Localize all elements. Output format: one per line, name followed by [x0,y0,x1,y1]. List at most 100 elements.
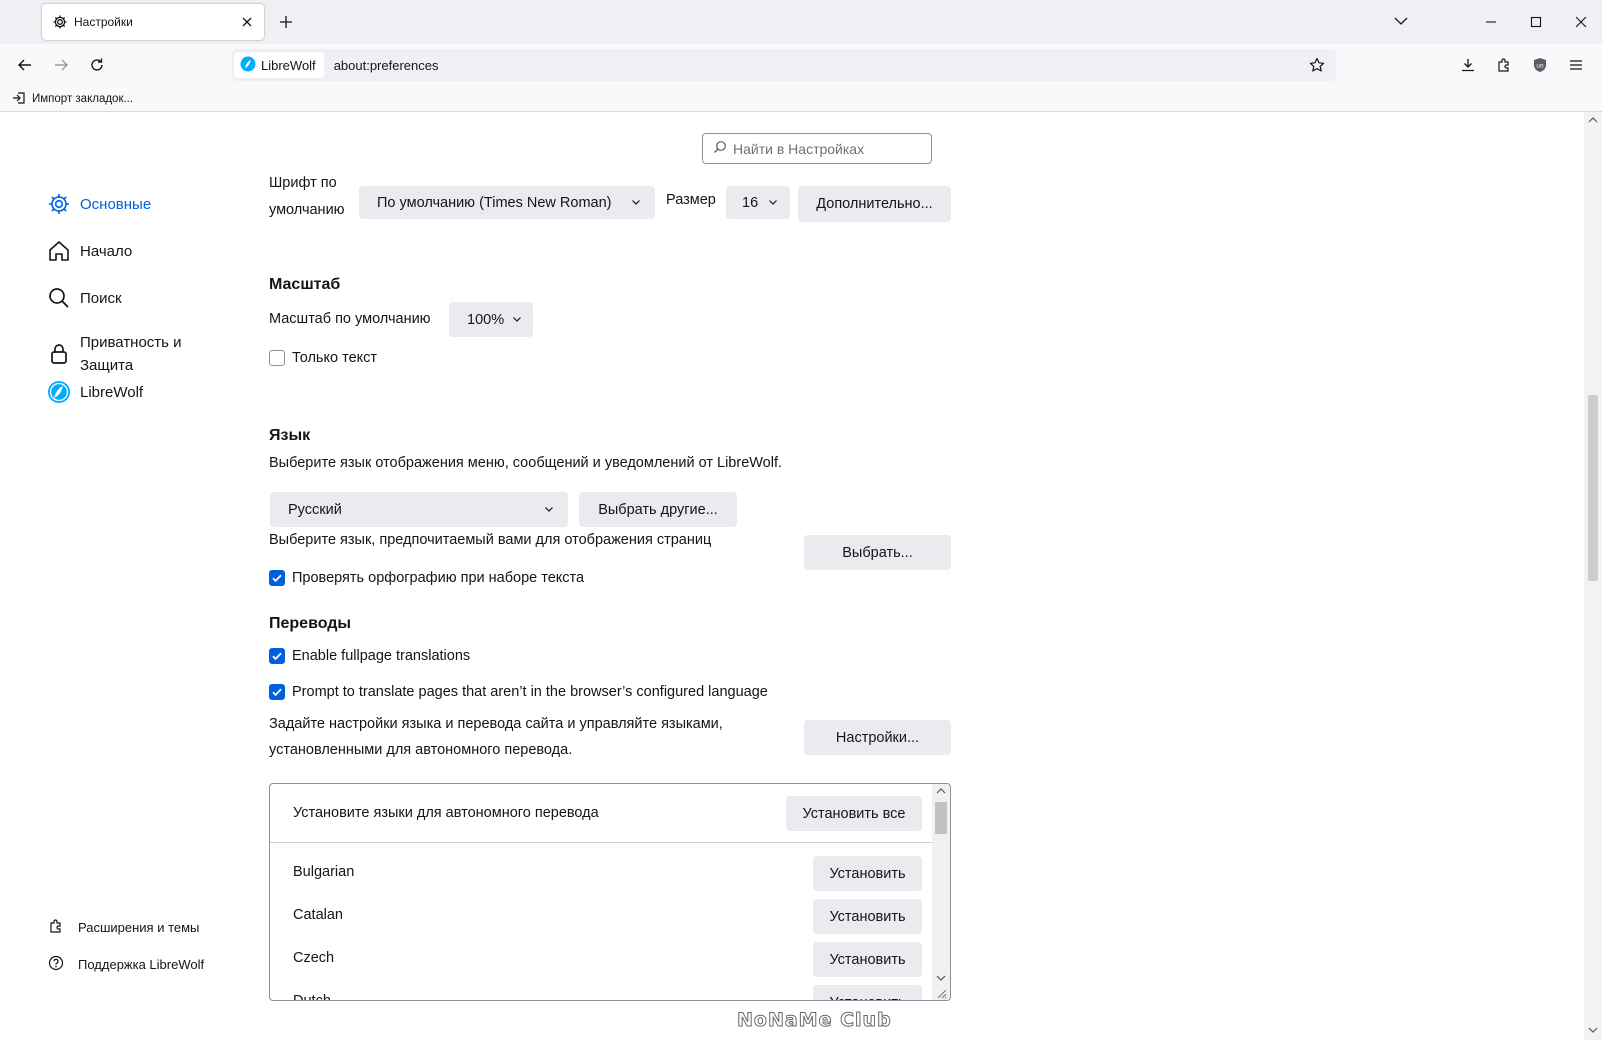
sidebar-item-home[interactable]: Начало [46,238,132,264]
scroll-up-arrow-icon [1588,117,1598,123]
spellcheck-checkbox[interactable]: Проверять орфографию при наборе текста [269,570,584,586]
list-item: Catalan Установить [270,895,933,937]
language-name: Czech [293,950,335,966]
page-scrollbar[interactable] [1584,112,1602,1040]
search-input[interactable] [733,140,913,157]
default-font-value: По умолчанию (Times New Roman) [377,194,612,211]
sidebar-item-privacy[interactable]: Приватность и Защита [46,331,182,377]
checkmark-icon [272,652,282,661]
back-button[interactable] [13,53,37,77]
offline-languages-list: Установите языки для автономного перевод… [269,783,951,1001]
fonts-advanced-button[interactable]: Дополнительно... [798,186,951,222]
sidebar-item-label: Основные [80,195,152,213]
ui-language-select[interactable]: Русский [270,492,568,527]
sidebar-item-label: LibreWolf [80,383,144,401]
checkbox-box[interactable] [269,648,285,664]
choose-other-languages-button[interactable]: Выбрать другие... [579,492,737,527]
translation-settings-description: Задайте настройки языка и перевода сайта… [269,716,723,732]
checkbox-box[interactable] [269,684,285,700]
scroll-down-arrow-icon [1588,1027,1598,1033]
tab-title: Настройки [74,15,133,29]
list-item: Czech Установить [270,938,933,980]
offline-languages-title: Установите языки для автономного перевод… [293,805,599,821]
sidebar-item-label: Приватность и [80,334,182,351]
font-size-label: Размер [666,192,716,208]
chevron-down-icon [768,195,778,211]
url-text[interactable]: about:preferences [334,58,1306,73]
scroll-down-arrow-icon [936,975,946,981]
sidebar-item-general[interactable]: Основные [46,191,151,217]
bookmark-star-icon[interactable] [1306,54,1328,76]
forward-button[interactable] [49,53,73,77]
languages-scrollbar[interactable] [932,784,950,1000]
font-size-select[interactable]: 16 [726,186,790,219]
ui-language-value: Русский [288,501,342,518]
translation-settings-button[interactable]: Настройки... [804,720,951,755]
sidebar-addons-link[interactable]: Расширения и темы [48,918,199,937]
choose-page-language-button[interactable]: Выбрать... [804,535,951,570]
fullpage-translations-checkbox[interactable]: Enable fullpage translations [269,648,470,664]
page-scrollbar-thumb[interactable] [1588,395,1598,581]
install-language-button[interactable]: Установить [813,899,922,934]
checkbox-box[interactable] [269,570,285,586]
sidebar-footer-label: Поддержка LibreWolf [78,957,205,972]
default-zoom-select[interactable]: 100% [449,302,533,337]
import-icon [12,91,26,108]
nav-bar: LibreWolf about:preferences uo [0,44,1602,86]
sidebar-item-librewolf[interactable]: LibreWolf [46,379,143,405]
watermark: NoNaMe Club [737,1009,892,1032]
install-language-button[interactable]: Установить [813,942,922,977]
default-font-select[interactable]: По умолчанию (Times New Roman) [359,186,655,219]
maximize-button[interactable] [1524,10,1548,34]
search-icon [46,285,72,311]
sidebar-item-label: Поиск [80,289,122,307]
sidebar-item-search[interactable]: Поиск [46,285,122,311]
default-font-label-line2: умолчанию [269,202,345,218]
zoom-heading: Масштаб [269,276,341,293]
extensions-button[interactable] [1492,53,1516,77]
preferences-search[interactable] [702,133,932,164]
search-icon [713,140,727,157]
lock-icon [46,341,72,367]
gear-icon [52,14,68,30]
language-description: Выберите язык отображения меню, сообщени… [269,455,783,471]
zoom-text-only-checkbox[interactable]: Только текст [269,350,377,366]
reload-button[interactable] [85,53,109,77]
tab-settings[interactable]: Настройки [42,4,264,40]
sidebar-support-link[interactable]: Поддержка LibreWolf [48,955,204,974]
librewolf-icon [240,56,256,75]
menu-hamburger-icon[interactable] [1564,53,1588,77]
bookmarks-bar: Импорт закладок... [0,86,1602,112]
install-all-button[interactable]: Установить все [786,796,922,831]
default-zoom-value: 100% [467,311,505,328]
import-bookmarks-button[interactable]: Импорт закладок... [12,90,133,108]
list-item: Dutch Установить [270,981,933,1000]
list-item: Bulgarian Установить [270,852,933,894]
url-bar[interactable]: LibreWolf about:preferences [232,49,1336,81]
site-identity-button[interactable]: LibreWolf [234,52,324,78]
languages-scrollbar-thumb[interactable] [935,802,947,834]
sidebar-item-label-line2: Защита [80,357,134,374]
install-language-button[interactable]: Установить [813,856,922,891]
librewolf-icon [46,379,72,405]
preferences-page: Основные Начало Поиск Приватность и Защи… [0,112,1602,1040]
close-tab-icon[interactable] [238,13,256,31]
translate-prompt-checkbox[interactable]: Prompt to translate pages that aren’t in… [269,684,768,700]
ublock-shield-icon[interactable]: uo [1528,53,1552,77]
font-size-value: 16 [742,194,759,211]
install-language-button[interactable]: Установить [813,985,922,1000]
list-all-tabs-button[interactable] [1393,13,1411,31]
minimize-button[interactable] [1479,10,1503,34]
checkbox-box[interactable] [269,350,285,366]
chevron-down-icon [631,195,641,211]
close-window-button[interactable] [1569,10,1593,34]
scroll-up-arrow-icon [936,788,946,794]
new-tab-button[interactable] [276,12,296,32]
chevron-down-icon [544,502,554,518]
default-zoom-label: Масштаб по умолчанию [269,311,431,327]
downloads-button[interactable] [1456,53,1480,77]
translate-prompt-label: Prompt to translate pages that aren’t in… [292,684,768,700]
translation-settings-description-line2: установленными для автономного перевода. [269,742,573,758]
chevron-down-icon [512,312,522,328]
sidebar-item-label: Начало [80,242,133,260]
